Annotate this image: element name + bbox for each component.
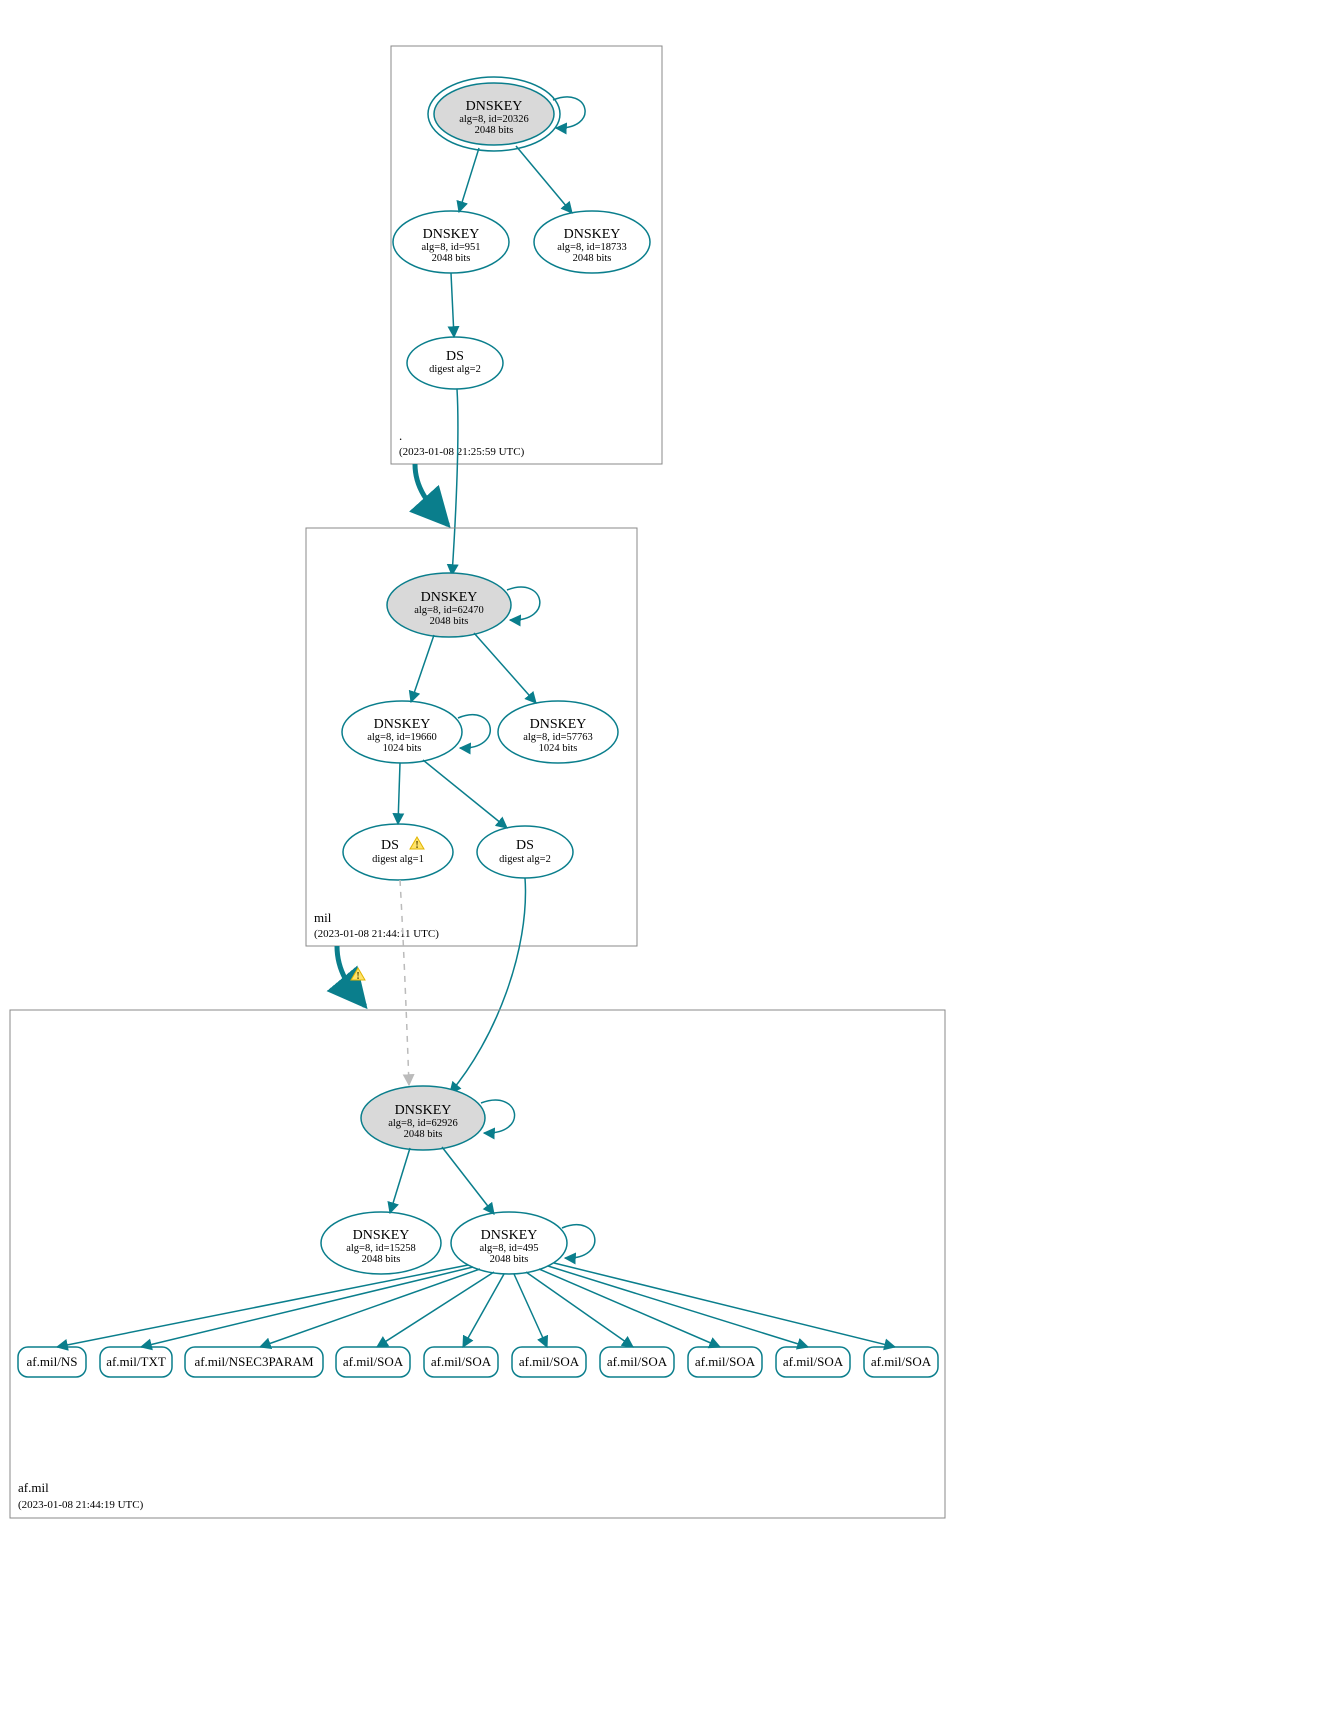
node-mil-ds1: DS digest alg=1 !	[343, 824, 453, 880]
svg-text:DS: DS	[446, 349, 464, 364]
node-root-ds: DS digest alg=2	[407, 337, 503, 389]
node-mil-ksk: DNSKEY alg=8, id=62470 2048 bits	[387, 573, 511, 637]
svg-text:DNSKEY: DNSKEY	[421, 590, 478, 605]
svg-text:1024 bits: 1024 bits	[383, 743, 422, 754]
svg-text:DS: DS	[381, 838, 399, 853]
svg-text:1024 bits: 1024 bits	[539, 743, 578, 754]
node-af-zsk2: DNSKEY alg=8, id=495 2048 bits	[451, 1212, 567, 1274]
svg-text:af.mil/SOA: af.mil/SOA	[519, 1354, 580, 1369]
zone-root-name: .	[399, 428, 402, 443]
record-soa-3: af.mil/SOA	[600, 1347, 674, 1377]
edge-milds2-afksk	[450, 878, 525, 1093]
node-root-zsk1: DNSKEY alg=8, id=951 2048 bits	[393, 211, 509, 273]
svg-text:af.mil/TXT: af.mil/TXT	[106, 1354, 166, 1369]
record-soa-0: af.mil/SOA	[336, 1347, 410, 1377]
svg-text:DNSKEY: DNSKEY	[530, 717, 587, 732]
warning-icon: !	[351, 968, 365, 982]
node-af-zsk1: DNSKEY alg=8, id=15258 2048 bits	[321, 1212, 441, 1274]
zone-afmil: af.mil (2023-01-08 21:44:19 UTC) DNSKEY …	[10, 1010, 945, 1518]
svg-text:alg=8, id=20326: alg=8, id=20326	[459, 114, 529, 125]
zone-afmil-ts: (2023-01-08 21:44:19 UTC)	[18, 1499, 144, 1511]
edge-rksk-rzsk2	[516, 146, 572, 213]
svg-text:digest alg=2: digest alg=2	[429, 364, 481, 375]
node-mil-zsk2: DNSKEY alg=8, id=57763 1024 bits	[498, 701, 618, 763]
node-root-ksk: DNSKEY alg=8, id=20326 2048 bits	[428, 77, 560, 151]
svg-text:digest alg=1: digest alg=1	[372, 854, 424, 865]
zone-mil-name: mil	[314, 910, 332, 925]
edge-afksk-zsk2	[442, 1147, 494, 1214]
svg-text:2048 bits: 2048 bits	[430, 616, 469, 627]
node-af-ksk: DNSKEY alg=8, id=62926 2048 bits	[361, 1086, 485, 1150]
svg-text:DNSKEY: DNSKEY	[481, 1228, 538, 1243]
node-mil-ds2: DS digest alg=2	[477, 826, 573, 878]
svg-text:2048 bits: 2048 bits	[490, 1254, 529, 1265]
edge-milksk-zsk2	[474, 633, 536, 703]
svg-text:alg=8, id=57763: alg=8, id=57763	[523, 732, 593, 743]
edge-rzsk1-rds	[451, 273, 454, 337]
edge-af-ksk-self	[481, 1100, 515, 1133]
svg-text:af.mil/NS: af.mil/NS	[27, 1354, 78, 1369]
node-mil-zsk1: DNSKEY alg=8, id=19660 1024 bits	[342, 701, 462, 763]
edge-mil-ksk-self	[507, 587, 540, 620]
svg-text:DNSKEY: DNSKEY	[466, 99, 523, 114]
dnsviz-graph: . (2023-01-08 21:25:59 UTC) DNSKEY alg=8…	[0, 0, 1320, 1711]
svg-text:2048 bits: 2048 bits	[573, 253, 612, 264]
svg-text:DNSKEY: DNSKEY	[395, 1103, 452, 1118]
svg-text:DNSKEY: DNSKEY	[564, 227, 621, 242]
svg-text:2048 bits: 2048 bits	[362, 1254, 401, 1265]
edge-milksk-zsk1	[411, 635, 434, 702]
svg-text:alg=8, id=62470: alg=8, id=62470	[414, 605, 484, 616]
edge-rds-milksk	[452, 389, 458, 575]
zone-mil-ts: (2023-01-08 21:44:11 UTC)	[314, 928, 439, 940]
svg-text:2048 bits: 2048 bits	[475, 125, 514, 136]
svg-text:af.mil/NSEC3PARAM: af.mil/NSEC3PARAM	[194, 1354, 314, 1369]
svg-text:alg=8, id=62926: alg=8, id=62926	[388, 1118, 458, 1129]
record-nsec3param: af.mil/NSEC3PARAM	[185, 1347, 323, 1377]
svg-text:alg=8, id=15258: alg=8, id=15258	[346, 1243, 416, 1254]
svg-text:DS: DS	[516, 838, 534, 853]
svg-text:2048 bits: 2048 bits	[404, 1129, 443, 1140]
svg-text:digest alg=2: digest alg=2	[499, 854, 551, 865]
svg-text:af.mil/SOA: af.mil/SOA	[343, 1354, 404, 1369]
record-txt: af.mil/TXT	[100, 1347, 172, 1377]
zone-afmil-name: af.mil	[18, 1480, 49, 1495]
zone-root: . (2023-01-08 21:25:59 UTC) DNSKEY alg=8…	[391, 46, 662, 464]
svg-text:DNSKEY: DNSKEY	[423, 227, 480, 242]
record-soa-5: af.mil/SOA	[776, 1347, 850, 1377]
svg-text:alg=8, id=495: alg=8, id=495	[479, 1243, 538, 1254]
edge-root-to-mil	[415, 464, 448, 525]
svg-text:af.mil/SOA: af.mil/SOA	[431, 1354, 492, 1369]
record-soa-6: af.mil/SOA	[864, 1347, 938, 1377]
svg-text:!: !	[356, 971, 359, 982]
svg-text:af.mil/SOA: af.mil/SOA	[695, 1354, 756, 1369]
svg-text:2048 bits: 2048 bits	[432, 253, 471, 264]
zone-mil: mil (2023-01-08 21:44:11 UTC) DNSKEY alg…	[306, 528, 637, 946]
edge-afksk-zsk1	[390, 1148, 410, 1213]
edge-mil-zsk1-self	[458, 715, 490, 748]
svg-text:DNSKEY: DNSKEY	[353, 1228, 410, 1243]
svg-text:af.mil/SOA: af.mil/SOA	[783, 1354, 844, 1369]
record-ns: af.mil/NS	[18, 1347, 86, 1377]
edge-milds1-afksk	[400, 880, 409, 1085]
record-soa-2: af.mil/SOA	[512, 1347, 586, 1377]
edge-rksk-rzsk1	[459, 148, 479, 212]
record-row: af.mil/NS af.mil/TXT af.mil/NSEC3PARAM a…	[18, 1347, 938, 1377]
svg-text:alg=8, id=18733: alg=8, id=18733	[557, 242, 627, 253]
svg-text:af.mil/SOA: af.mil/SOA	[871, 1354, 932, 1369]
svg-text:alg=8, id=19660: alg=8, id=19660	[367, 732, 437, 743]
record-soa-4: af.mil/SOA	[688, 1347, 762, 1377]
svg-text:!: !	[415, 840, 418, 851]
record-soa-1: af.mil/SOA	[424, 1347, 498, 1377]
edge-milzsk1-ds1	[398, 763, 400, 824]
svg-text:af.mil/SOA: af.mil/SOA	[607, 1354, 668, 1369]
svg-text:alg=8, id=951: alg=8, id=951	[421, 242, 480, 253]
zone-root-ts: (2023-01-08 21:25:59 UTC)	[399, 446, 525, 458]
svg-text:DNSKEY: DNSKEY	[374, 717, 431, 732]
node-root-zsk2: DNSKEY alg=8, id=18733 2048 bits	[534, 211, 650, 273]
edge-milzsk1-ds2	[423, 760, 507, 828]
